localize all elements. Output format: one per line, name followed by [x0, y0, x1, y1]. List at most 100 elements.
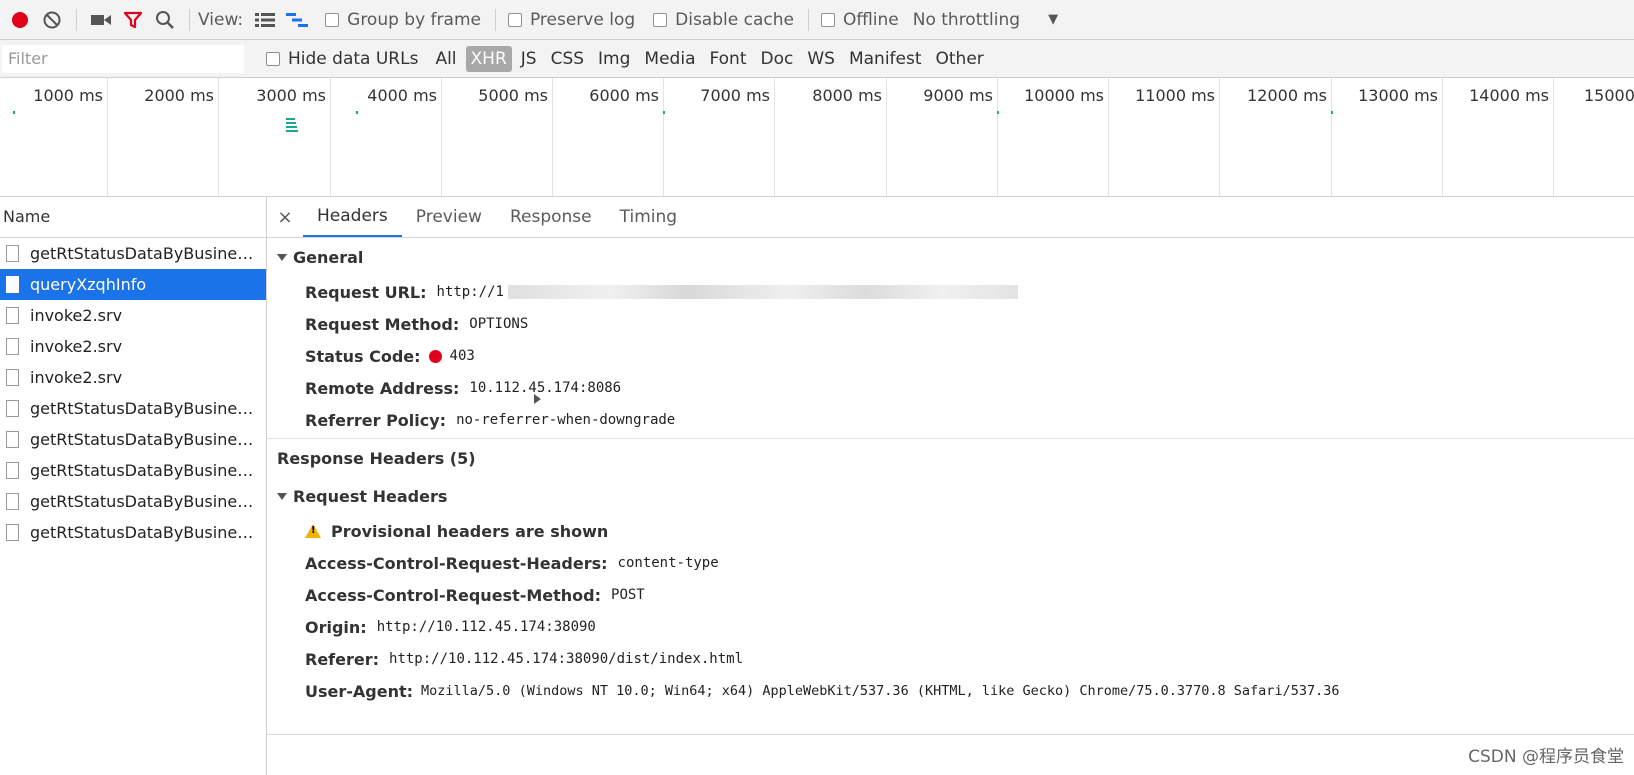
file-icon	[6, 245, 19, 262]
timeline-tick: 12000 ms	[1220, 78, 1332, 196]
remote-address-row: Remote Address: 10.112.45.174:8086	[267, 372, 1634, 404]
checkbox-box[interactable]	[266, 51, 280, 66]
chevron-down-icon[interactable]: ▼	[1048, 12, 1058, 27]
request-name: invoke2.srv	[30, 306, 123, 325]
timeline-tick: 3000 ms	[219, 78, 331, 196]
request-row[interactable]: invoke2.srv	[0, 300, 266, 331]
request-name: getRtStatusDataByBusiness...	[30, 244, 258, 263]
type-filter-ws[interactable]: WS	[802, 46, 840, 72]
view-label: View:	[198, 9, 244, 30]
triangle-down-icon	[277, 253, 287, 261]
triangle-down-icon	[277, 492, 287, 500]
type-filter-manifest[interactable]: Manifest	[844, 46, 927, 72]
checkbox-box[interactable]	[325, 12, 340, 27]
disable-cache-checkbox[interactable]: Disable cache	[653, 10, 794, 30]
record-icon[interactable]	[4, 5, 36, 35]
tab-headers[interactable]: Headers	[303, 197, 402, 237]
section-title: General	[293, 247, 364, 267]
header-key: Referer:	[305, 649, 380, 669]
details-tabs: × Headers Preview Response Timing	[267, 197, 1634, 238]
checkbox-box[interactable]	[653, 12, 668, 27]
header-key: Access-Control-Request-Headers:	[305, 553, 608, 573]
header-value: OPTIONS	[469, 316, 529, 332]
request-url-row: Request URL: http://1	[267, 276, 1634, 308]
section-divider	[267, 734, 1634, 735]
header-value: POST	[611, 587, 645, 603]
request-name: getRtStatusDataByBusiness...	[30, 461, 258, 480]
filter-icon[interactable]	[117, 5, 149, 35]
request-row[interactable]: getRtStatusDataByBusiness...	[0, 238, 266, 269]
throttling-select[interactable]: No throttling	[913, 10, 1020, 30]
header-value: Mozilla/5.0 (Windows NT 10.0; Win64; x64…	[421, 683, 1340, 699]
provisional-warning-row: Provisional headers are shown	[267, 515, 1634, 547]
header-key: Status Code:	[305, 346, 421, 366]
header-value: 10.112.45.174:8086	[469, 380, 622, 396]
tab-timing[interactable]: Timing	[606, 197, 691, 237]
response-headers-section-toggle[interactable]: Response Headers (5)	[267, 394, 1634, 477]
request-row[interactable]: invoke2.srv	[0, 331, 266, 362]
timeline-overview[interactable]: 1000 ms 2000 ms 3000 ms 4000 ms 5000 ms …	[0, 78, 1634, 197]
request-row[interactable]: getRtStatusDataByBusiness...	[0, 486, 266, 517]
name-column-header[interactable]: Name	[0, 197, 266, 238]
clear-icon[interactable]	[36, 5, 68, 35]
offline-checkbox[interactable]: Offline	[820, 10, 899, 30]
request-name: getRtStatusDataByBusiness...	[30, 492, 258, 511]
referrer-policy-row: Referrer Policy: no-referrer-when-downgr…	[267, 404, 1634, 436]
header-key: User-Agent:	[305, 681, 414, 701]
type-filter-js[interactable]: JS	[516, 46, 542, 72]
acrm-row: Access-Control-Request-Method: POST	[267, 579, 1634, 611]
tick-label: 4000 ms	[367, 86, 437, 105]
acrh-row: Access-Control-Request-Headers: content-…	[267, 547, 1634, 579]
type-filter-font[interactable]: Font	[704, 46, 751, 72]
toolbar-divider	[494, 8, 496, 31]
close-icon[interactable]: ×	[267, 197, 303, 237]
tab-preview[interactable]: Preview	[402, 197, 496, 237]
preserve-log-checkbox[interactable]: Preserve log	[507, 10, 635, 30]
type-filter-img[interactable]: Img	[593, 46, 635, 72]
camera-icon[interactable]	[85, 5, 117, 35]
checkbox-box[interactable]	[820, 12, 835, 27]
request-name: getRtStatusDataByBusiness...	[30, 430, 258, 449]
type-filter-all[interactable]: All	[430, 46, 461, 72]
header-value: content-type	[617, 555, 719, 571]
large-rows-icon[interactable]	[249, 5, 281, 35]
tick-label: 1000 ms	[33, 86, 103, 105]
timeline-tick: 5000 ms	[442, 78, 553, 196]
type-filter-media[interactable]: Media	[639, 46, 700, 72]
file-icon	[6, 400, 19, 417]
type-filter-xhr[interactable]: XHR	[465, 45, 512, 72]
type-filter-doc[interactable]: Doc	[756, 46, 799, 72]
timeline-tick: 8000 ms	[775, 78, 887, 196]
tab-response[interactable]: Response	[496, 197, 606, 237]
request-row[interactable]: getRtStatusDataByBusiness...	[0, 393, 266, 424]
status-code-row: Status Code: 403	[267, 340, 1634, 372]
request-row[interactable]: getRtStatusDataByBusiness...	[0, 517, 266, 548]
group-by-frame-checkbox[interactable]: Group by frame	[325, 10, 481, 30]
type-filter-css[interactable]: CSS	[546, 46, 589, 72]
type-filter-other[interactable]: Other	[931, 46, 989, 72]
header-key: Origin:	[305, 617, 367, 637]
tick-label: 5000 ms	[478, 86, 548, 105]
tick-label: 13000 ms	[1358, 86, 1438, 105]
timeline-request-mark	[997, 111, 999, 114]
search-icon[interactable]	[149, 5, 181, 35]
file-icon	[6, 462, 19, 479]
request-row[interactable]: getRtStatusDataByBusiness...	[0, 424, 266, 455]
header-value: http://1	[436, 284, 504, 300]
waterfall-icon[interactable]	[281, 5, 313, 35]
provisional-warning-text: Provisional headers are shown	[331, 521, 609, 541]
tick-label: 2000 ms	[144, 86, 214, 105]
checkbox-box[interactable]	[507, 12, 522, 27]
filter-input[interactable]	[2, 44, 244, 73]
request-name: invoke2.srv	[30, 337, 123, 356]
toolbar-divider	[76, 8, 77, 31]
watermark: CSDN @程序员食堂	[1468, 747, 1624, 767]
tick-label: 6000 ms	[589, 86, 659, 105]
request-row[interactable]: getRtStatusDataByBusiness...	[0, 455, 266, 486]
request-headers-section-toggle[interactable]: Request Headers	[267, 477, 1634, 515]
general-section-toggle[interactable]: General	[267, 238, 1634, 276]
request-row[interactable]: invoke2.srv	[0, 362, 266, 393]
hide-data-urls-checkbox[interactable]: Hide data URLs	[266, 49, 418, 69]
redacted-url-blur	[507, 285, 1018, 299]
request-row-selected[interactable]: queryXzqhInfo	[0, 269, 266, 300]
